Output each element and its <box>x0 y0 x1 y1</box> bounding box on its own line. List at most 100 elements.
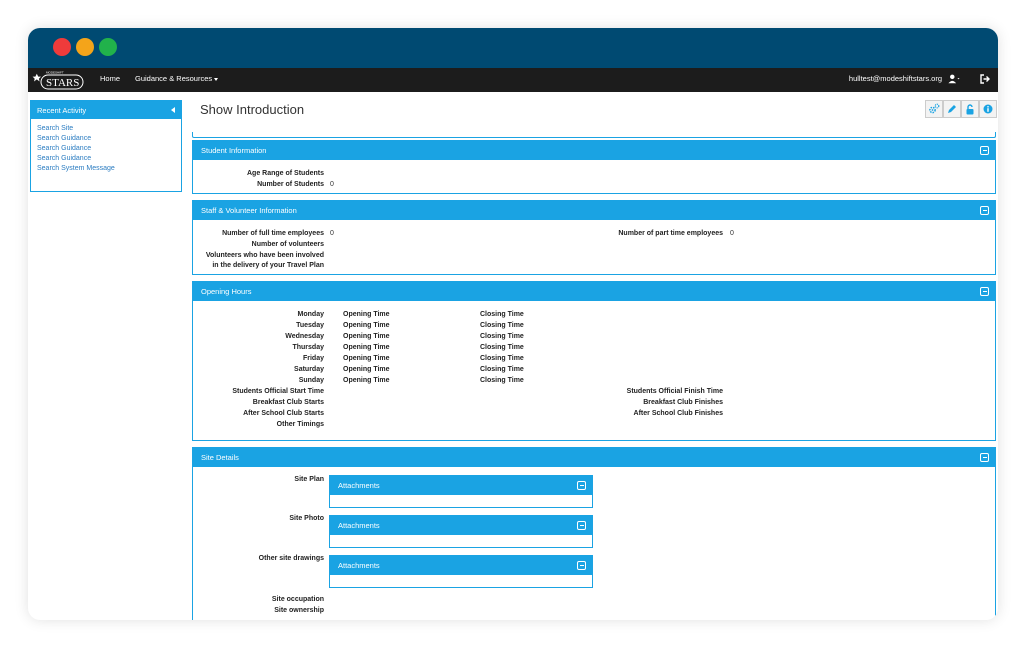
collapse-left-icon[interactable] <box>171 107 175 113</box>
attachments-header[interactable]: Attachments <box>330 516 592 535</box>
opening-time-label: Opening Time <box>343 344 390 351</box>
age-range-label: Age Range of Students <box>246 170 324 177</box>
collapse-icon[interactable] <box>577 561 586 570</box>
attachments-title: Attachments <box>338 521 380 530</box>
travel-plan-volunteers-label-cont: in the delivery of your Travel Plan <box>212 262 324 269</box>
page-toolbar <box>925 100 997 118</box>
collapse-icon[interactable] <box>980 287 989 296</box>
collapse-icon[interactable] <box>577 481 586 490</box>
official-start-label: Students Official Start Time <box>232 388 324 395</box>
recent-activity-list: Search Site Search Guidance Search Guida… <box>31 119 181 179</box>
sidebar-title: Recent Activity <box>37 106 87 115</box>
attachments-header[interactable]: Attachments <box>330 556 592 575</box>
info-button[interactable] <box>979 100 997 118</box>
logo-text: STARS <box>46 77 79 89</box>
site-photo-label: Site Photo <box>289 515 324 522</box>
day-label: Friday <box>302 355 324 362</box>
pencil-icon <box>948 105 956 113</box>
edit-button[interactable] <box>943 100 961 118</box>
site-plan-attachments: Attachments <box>329 475 593 508</box>
closing-time-label: Closing Time <box>480 344 524 351</box>
unlock-button[interactable] <box>961 100 979 118</box>
minimize-window-button[interactable] <box>76 38 94 56</box>
main-content: Show Introduction Student Information Ag… <box>192 92 997 620</box>
other-timings-label: Other Timings <box>276 421 324 428</box>
nav-guidance-dropdown[interactable]: Guidance & Resources <box>135 74 219 83</box>
part-time-value: 0 <box>730 230 734 237</box>
panel-title: Site Details <box>201 453 239 462</box>
staff-volunteer-panel: Staff & Volunteer Information Number of … <box>192 200 996 275</box>
closing-time-label: Closing Time <box>480 322 524 329</box>
stars-logo[interactable]: MODESHIFT STARS <box>32 69 90 91</box>
num-students-value: 0 <box>330 181 334 188</box>
after-school-finishes-label: After School Club Finishes <box>633 410 723 417</box>
recent-item-search-guidance[interactable]: Search Guidance <box>37 134 175 144</box>
recent-item-search-guidance[interactable]: Search Guidance <box>37 144 175 154</box>
closing-time-label: Closing Time <box>480 366 524 373</box>
site-details-panel: Site Details Site Plan Attachments Site … <box>192 447 996 620</box>
opening-time-label: Opening Time <box>343 311 390 318</box>
panel-title: Staff & Volunteer Information <box>201 206 297 215</box>
after-school-starts-label: After School Club Starts <box>243 410 324 417</box>
day-label: Monday <box>297 311 324 318</box>
panel-header[interactable]: Staff & Volunteer Information <box>193 201 995 220</box>
settings-button[interactable] <box>925 100 943 118</box>
part-time-label: Number of part time employees <box>618 230 723 237</box>
collapse-icon[interactable] <box>980 146 989 155</box>
opening-hours-panel: Opening Hours Monday Opening Time Closin… <box>192 281 996 441</box>
num-students-label: Number of Students <box>257 181 324 188</box>
day-label: Sunday <box>298 377 324 384</box>
settings-icon <box>929 103 940 114</box>
user-icon[interactable] <box>948 73 960 85</box>
breakfast-finishes-label: Breakfast Club Finishes <box>643 399 723 406</box>
attachments-title: Attachments <box>338 561 380 570</box>
maximize-window-button[interactable] <box>99 38 117 56</box>
closing-time-label: Closing Time <box>480 311 524 318</box>
breakfast-starts-label: Breakfast Club Starts <box>252 399 324 406</box>
collapse-icon[interactable] <box>980 453 989 462</box>
full-time-label: Number of full time employees <box>222 230 324 237</box>
site-occupation-label: Site occupation <box>271 596 324 603</box>
other-drawings-attachments: Attachments <box>329 555 593 588</box>
other-drawings-label: Other site drawings <box>258 555 324 562</box>
site-photo-attachments: Attachments <box>329 515 593 548</box>
site-plan-label: Site Plan <box>294 476 324 483</box>
recent-item-search-system-message[interactable]: Search System Message <box>37 164 175 174</box>
travel-plan-volunteers-label: Volunteers who have been involved <box>205 252 324 259</box>
day-label: Thursday <box>292 344 324 351</box>
info-icon <box>983 104 993 114</box>
full-time-value: 0 <box>330 230 334 237</box>
nav-home-link[interactable]: Home <box>100 74 120 83</box>
day-label: Wednesday <box>285 333 324 340</box>
panel-header[interactable]: Student Information <box>193 141 995 160</box>
panel-header[interactable]: Opening Hours <box>193 282 995 301</box>
browser-window: MODESHIFT STARS Home Guidance & Resource… <box>28 28 998 620</box>
opening-time-label: Opening Time <box>343 355 390 362</box>
panel-header[interactable]: Site Details <box>193 448 995 467</box>
opening-time-label: Opening Time <box>343 322 390 329</box>
logout-icon[interactable] <box>980 74 990 84</box>
recent-item-search-site[interactable]: Search Site <box>37 124 175 134</box>
user-email[interactable]: hulltest@modeshiftstars.org <box>849 74 942 83</box>
collapse-icon[interactable] <box>577 521 586 530</box>
volunteers-label: Number of volunteers <box>251 241 324 248</box>
recent-item-search-guidance[interactable]: Search Guidance <box>37 154 175 164</box>
student-information-panel: Student Information Age Range of Student… <box>192 140 996 194</box>
recent-activity-sidebar: Recent Activity Search Site Search Guida… <box>30 100 182 192</box>
nav-guidance-label: Guidance & Resources <box>135 74 213 83</box>
closing-time-label: Closing Time <box>480 333 524 340</box>
attachments-title: Attachments <box>338 481 380 490</box>
window-titlebar <box>28 28 998 68</box>
page-title: Show Introduction <box>200 102 305 117</box>
collapse-icon[interactable] <box>980 206 989 215</box>
official-finish-label: Students Official Finish Time <box>626 388 723 395</box>
sidebar-header[interactable]: Recent Activity <box>31 101 181 119</box>
close-window-button[interactable] <box>53 38 71 56</box>
top-navbar: MODESHIFT STARS Home Guidance & Resource… <box>28 68 998 92</box>
chevron-down-icon <box>214 77 219 81</box>
day-label: Tuesday <box>296 322 324 329</box>
introduction-panel-bottom <box>192 132 996 138</box>
panel-title: Student Information <box>201 146 267 155</box>
attachments-header[interactable]: Attachments <box>330 476 592 495</box>
opening-time-label: Opening Time <box>343 366 390 373</box>
